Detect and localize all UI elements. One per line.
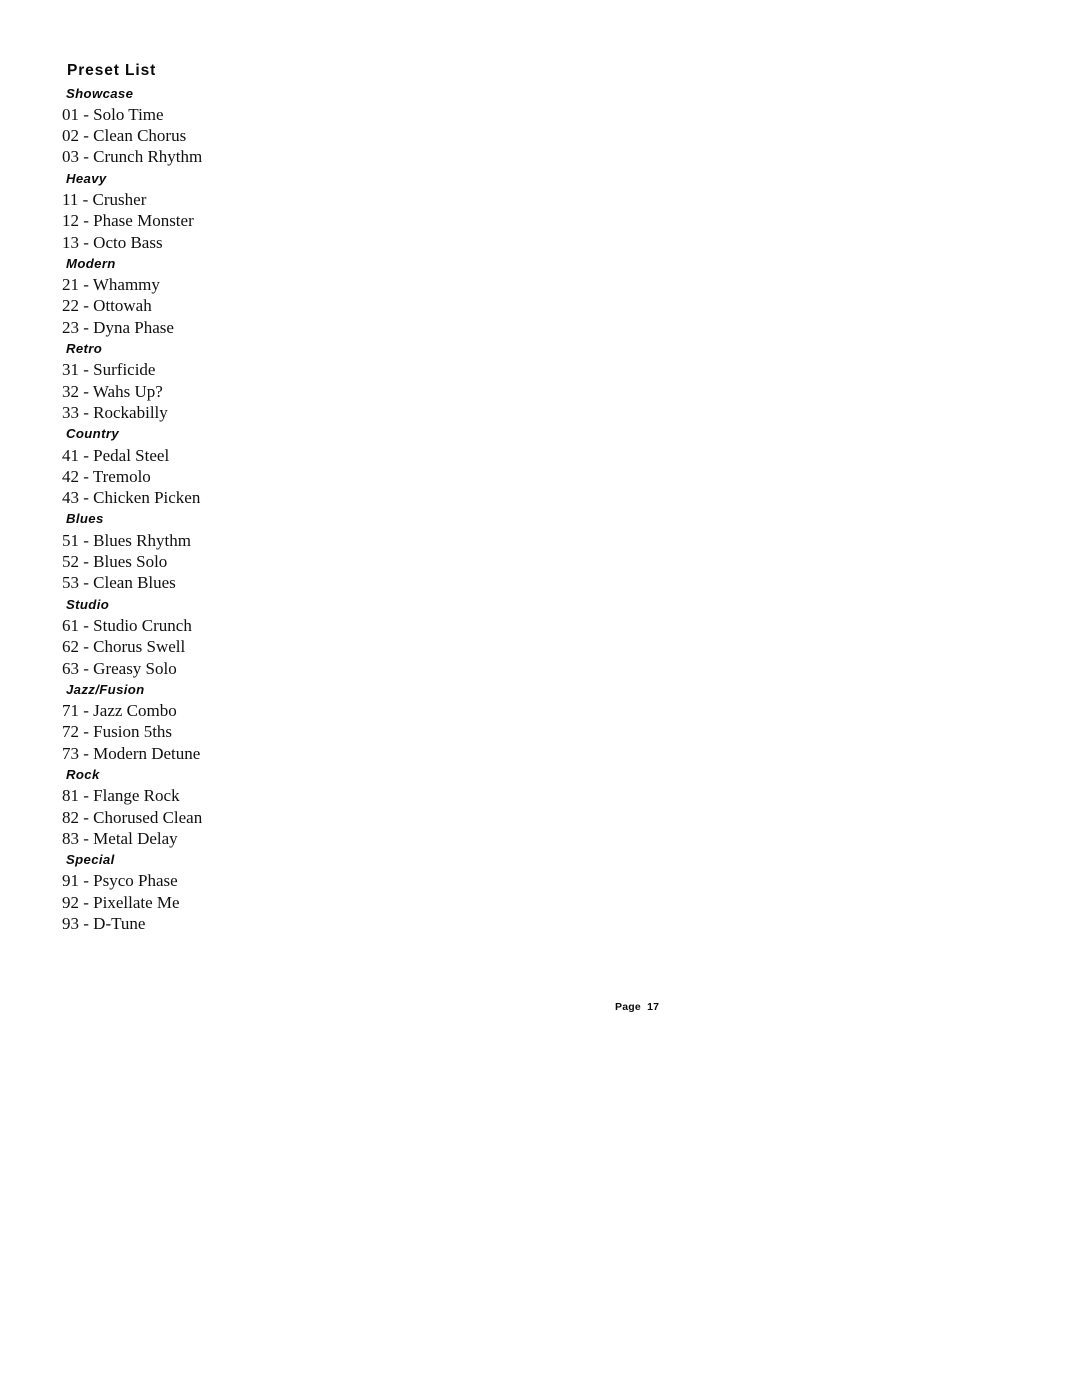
preset-entry: 83 - Metal Delay	[62, 828, 178, 848]
preset-entry: 41 - Pedal Steel	[62, 445, 170, 465]
preset-entry: 62 - Chorus Swell	[62, 637, 186, 657]
document-page: Preset List Showcase 01 - Solo Time 02 - C…	[0, 0, 1080, 1397]
preset-entry: 61 - Studio Crunch	[62, 615, 192, 635]
preset-category-header: Rock	[66, 767, 100, 782]
preset-category-header: Special	[66, 852, 115, 868]
preset-entry: 71 - Jazz Combo	[62, 701, 177, 721]
preset-category-group: Blues 51 - Blues Rhythm 52 - Blues Solo 53 …	[62, 508, 482, 593]
preset-entry: 11 - Crusher	[62, 189, 147, 209]
preset-category-group: Rock 81 - Flange Rock 82 - Chorused Clean 8…	[62, 764, 482, 849]
preset-category-group: Country 41 - Pedal Steel 42 - Tremolo 43 - …	[62, 423, 482, 508]
preset-entry: 73 - Modern Detune	[62, 743, 201, 763]
preset-entry: 81 - Flange Rock	[62, 786, 180, 806]
preset-category-header: Modern	[66, 255, 116, 271]
preset-entry: 93 - D-Tune	[62, 914, 146, 934]
preset-entry: 03 - Crunch Rhythm	[62, 147, 203, 167]
preset-entry: 92 - Pixellate Me	[62, 892, 180, 912]
page-footer: Page 17	[615, 1001, 660, 1013]
preset-category-group: Jazz/Fusion 71 - Jazz Combo 72 - Fusion 5t…	[62, 679, 482, 764]
preset-category-group: Showcase 01 - Solo Time 02 - Clean Chorus 0…	[62, 83, 482, 168]
preset-category-group: Studio 61 - Studio Crunch 62 - Chorus Swel…	[62, 594, 482, 679]
page-title: Preset List	[67, 62, 157, 79]
preset-category-group: Special 91 - Psyco Phase 92 - Pixellate Me…	[62, 849, 482, 934]
preset-category-header: Heavy	[66, 170, 107, 186]
preset-category-header: Country	[66, 426, 119, 442]
preset-entry: 31 - Surficide	[62, 360, 156, 380]
preset-entry: 52 - Blues Solo	[62, 552, 168, 572]
preset-entry: 63 - Greasy Solo	[62, 658, 177, 678]
preset-entry: 82 - Chorused Clean	[62, 807, 203, 827]
preset-entry: 21 - Whammy	[62, 275, 160, 295]
preset-entry: 43 - Chicken Picken	[62, 488, 201, 508]
preset-entry: 91 - Psyco Phase	[62, 871, 178, 891]
preset-category-group: Retro 31 - Surficide 32 - Wahs Up? 33 - Roc…	[62, 338, 482, 423]
preset-entry: 33 - Rockabilly	[62, 402, 168, 422]
preset-entry: 32 - Wahs Up?	[62, 381, 163, 401]
preset-entry: 42 - Tremolo	[62, 466, 151, 486]
preset-list-section: Preset List Showcase 01 - Solo Time 02 - C…	[62, 60, 482, 934]
preset-category-header: Studio	[66, 596, 110, 612]
preset-category-header: Showcase	[66, 85, 134, 101]
preset-category-list: Showcase 01 - Solo Time 02 - Clean Chorus 0…	[62, 83, 482, 935]
preset-entry: 72 - Fusion 5ths	[62, 722, 173, 742]
preset-entry: 13 - Octo Bass	[62, 232, 163, 252]
preset-entry: 02 - Clean Chorus	[62, 126, 187, 146]
preset-category-header: Blues	[66, 511, 104, 527]
preset-entry: 12 - Phase Monster	[62, 211, 194, 231]
preset-category-group: Heavy 11 - Crusher 12 - Phase Monster 13 - …	[62, 168, 482, 253]
preset-entry: 53 - Clean Blues	[62, 573, 176, 593]
preset-entry: 22 - Ottowah	[62, 296, 152, 316]
preset-category-header: Jazz/Fusion	[66, 681, 145, 697]
preset-entry: 23 - Dyna Phase	[62, 317, 174, 337]
preset-entry: 51 - Blues Rhythm	[62, 530, 191, 550]
preset-category-header: Retro	[66, 341, 103, 357]
preset-category-group: Modern 21 - Whammy 22 - Ottowah 23 - Dyna P…	[62, 253, 482, 338]
preset-entry: 01 - Solo Time	[62, 104, 164, 124]
